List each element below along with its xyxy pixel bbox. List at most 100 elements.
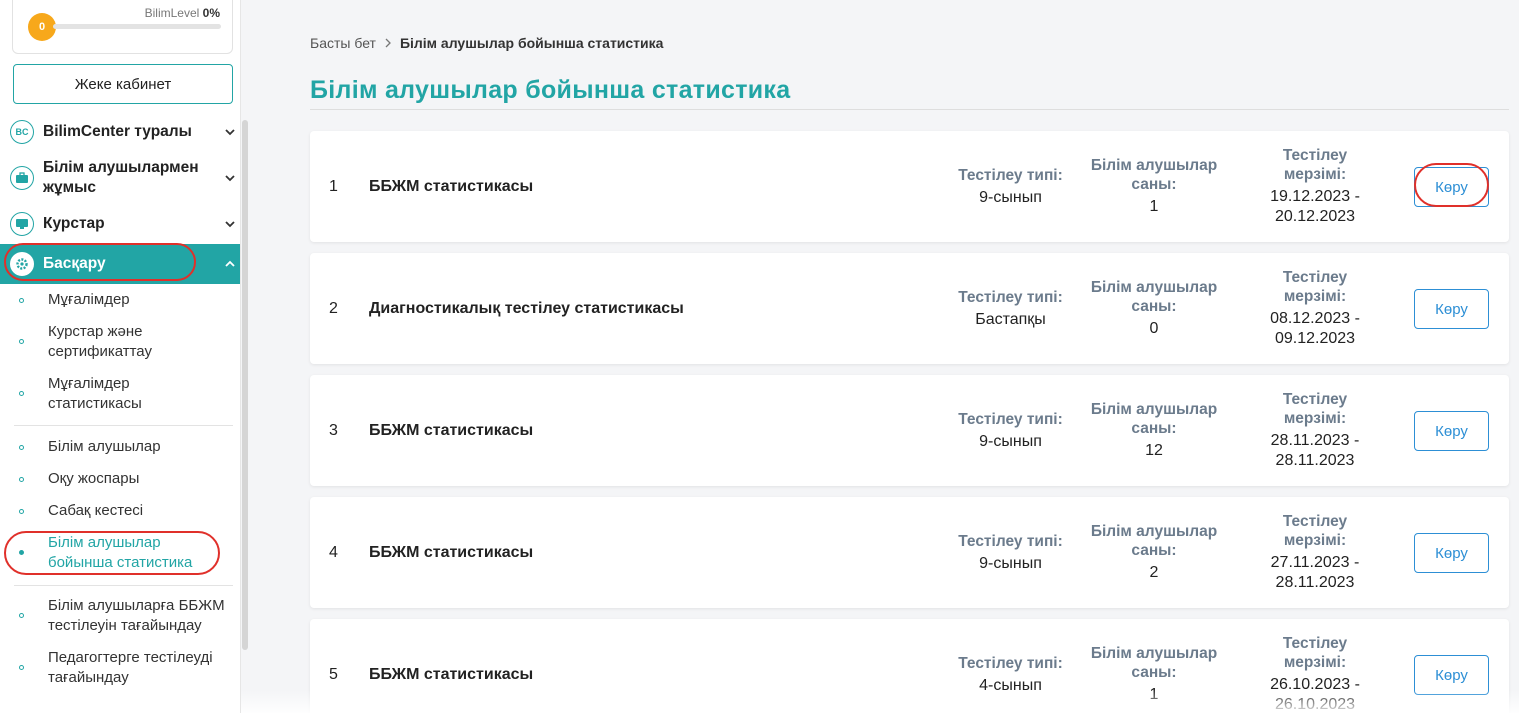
test-period-value: 28.11.2023 - 28.11.2023	[1270, 432, 1360, 469]
view-button[interactable]: Көру	[1414, 533, 1489, 573]
chevron-down-icon	[225, 175, 235, 182]
sub-item-label: Білім алушылар бойынша статистика	[48, 534, 193, 571]
test-type-label: Тестілеу типі:	[958, 654, 1063, 672]
bullet-icon	[19, 445, 24, 450]
test-period-column: Тестілеу мерзімі: 19.12.2023 - 20.12.202…	[1240, 131, 1390, 242]
sub-item-assign-bbzhm[interactable]: Білім алушыларға ББЖМ тестілеуін тағайын…	[0, 596, 240, 638]
breadcrumb-home-link[interactable]: Басты бет	[310, 35, 376, 51]
student-count-label: Білім алушылар саны:	[1090, 401, 1218, 437]
test-type-label: Тестілеу типі:	[958, 410, 1063, 428]
sub-item-teachers-statistics[interactable]: Мұғалімдер статистикасы	[0, 374, 240, 416]
sidebar: 0 BilimLevel 0% Жеке кабинет BC BilimCen…	[0, 0, 241, 713]
bottom-fade	[241, 690, 1519, 713]
sub-item-label: Оқу жоспары	[48, 470, 140, 487]
student-count-label: Білім алушылар саны:	[1090, 523, 1218, 559]
row-title: Диагностикалық тестілеу статистикасы	[369, 299, 684, 317]
bilim-level-card: 0 BilimLevel 0%	[12, 0, 233, 54]
bullet-icon	[19, 391, 24, 396]
sub-item-students-statistics[interactable]: Білім алушылар бойынша статистика	[0, 533, 240, 575]
nav-item-label: Курстар	[43, 215, 105, 232]
nav-item-about[interactable]: BC BilimCenter туралы	[0, 118, 240, 146]
student-count-column: Білім алушылар саны: 12	[1074, 375, 1234, 486]
row-number: 2	[329, 299, 338, 317]
test-period-column: Тестілеу мерзімі: 08.12.2023 - 09.12.202…	[1240, 253, 1390, 364]
nav-item-courses[interactable]: Курстар	[0, 210, 240, 238]
row-number: 3	[329, 421, 338, 439]
nav-item-management[interactable]: Басқару	[0, 244, 240, 284]
breadcrumb-current: Білім алушылар бойынша статистика	[399, 35, 664, 51]
divider	[14, 425, 233, 426]
bullet-icon	[19, 339, 24, 344]
divider	[14, 585, 233, 586]
chevron-down-icon	[225, 129, 235, 136]
student-count-label: Білім алушылар саны:	[1090, 645, 1218, 681]
sidebar-scrollbar[interactable]	[242, 120, 248, 650]
bullet-icon	[19, 509, 24, 514]
stat-row-card: 1 ББЖМ статистикасы Тестілеу типі: 9-сын…	[310, 131, 1509, 242]
sub-item-label: Педагогтерге тестілеуді тағайындау	[48, 649, 213, 686]
sub-item-students[interactable]: Білім алушылар	[0, 437, 240, 459]
personal-cabinet-button[interactable]: Жеке кабинет	[13, 64, 233, 104]
view-button[interactable]: Көру	[1414, 289, 1489, 329]
briefcase-icon	[10, 166, 34, 190]
test-type-label: Тестілеу типі:	[958, 166, 1063, 184]
student-count-value: 2	[1149, 564, 1159, 581]
view-button[interactable]: Көру	[1414, 167, 1489, 207]
view-button[interactable]: Көру	[1414, 655, 1489, 695]
chevron-right-icon	[385, 38, 391, 48]
gear-icon	[10, 252, 34, 276]
nav-item-label: Білім алушылармен жұмыс	[43, 159, 199, 196]
monitor-icon	[10, 212, 34, 236]
sub-item-courses-certification[interactable]: Курстар және сертификаттау	[0, 322, 240, 364]
student-count-column: Білім алушылар саны: 2	[1074, 497, 1234, 608]
sub-item-schedule[interactable]: Сабақ кестесі	[0, 501, 240, 523]
level-label: BilimLevel 0%	[144, 6, 220, 20]
breadcrumb: Басты бет Білім алушылар бойынша статист…	[310, 35, 663, 51]
test-period-value: 19.12.2023 - 20.12.2023	[1270, 188, 1360, 225]
test-period-value: 08.12.2023 - 09.12.2023	[1270, 310, 1360, 347]
test-type-label: Тестілеу типі:	[958, 532, 1063, 550]
sub-item-assign-teachers-test[interactable]: Педагогтерге тестілеуді тағайындау	[0, 648, 240, 690]
test-type-value: 9-сынып	[979, 188, 1042, 206]
level-badge: 0	[28, 13, 56, 41]
row-number: 4	[329, 543, 338, 561]
title-divider	[310, 109, 1509, 110]
stat-row-card: 3 ББЖМ статистикасы Тестілеу типі: 9-сын…	[310, 375, 1509, 486]
sub-item-study-plan[interactable]: Оқу жоспары	[0, 469, 240, 491]
bullet-icon	[19, 298, 24, 303]
sub-item-label: Білім алушылар	[48, 438, 161, 455]
level-progress-bar	[53, 24, 221, 29]
test-period-label: Тестілеу мерзімі:	[1282, 391, 1348, 427]
test-period-value: 27.11.2023 - 28.11.2023	[1270, 554, 1360, 591]
sub-item-label: Сабақ кестесі	[48, 502, 144, 519]
bullet-icon	[19, 550, 24, 555]
nav-item-label: Басқару	[43, 255, 106, 272]
test-period-column: Тестілеу мерзімі: 28.11.2023 - 28.11.202…	[1240, 375, 1390, 486]
chevron-down-icon	[225, 221, 235, 228]
bullet-icon	[19, 665, 24, 670]
test-type-value: 9-сынып	[979, 432, 1042, 450]
test-period-column: Тестілеу мерзімі: 27.11.2023 - 28.11.202…	[1240, 497, 1390, 608]
nav-item-students-work[interactable]: Білім алушылармен жұмыс	[0, 158, 240, 198]
student-count-column: Білім алушылар саны: 1	[1074, 131, 1234, 242]
test-period-label: Тестілеу мерзімі:	[1282, 513, 1348, 549]
student-count-value: 12	[1145, 442, 1163, 459]
test-period-label: Тестілеу мерзімі:	[1282, 269, 1348, 305]
bullet-icon	[19, 613, 24, 618]
test-period-label: Тестілеу мерзімі:	[1282, 147, 1348, 183]
student-count-column: Білім алушылар саны: 0	[1074, 253, 1234, 364]
chevron-up-icon	[225, 260, 235, 267]
student-count-label: Білім алушылар саны:	[1090, 157, 1218, 193]
view-button[interactable]: Көру	[1414, 411, 1489, 451]
test-type-value: Бастапқы	[975, 310, 1046, 328]
sub-item-label: Мұғалімдер статистикасы	[48, 375, 142, 412]
stat-row-card: 2 Диагностикалық тестілеу статистикасы Т…	[310, 253, 1509, 364]
row-title: ББЖМ статистикасы	[369, 421, 534, 439]
test-period-label: Тестілеу мерзімі:	[1282, 635, 1348, 671]
sub-item-teachers[interactable]: Мұғалімдер	[0, 290, 240, 312]
row-number: 1	[329, 177, 338, 195]
bc-logo-icon: BC	[10, 120, 34, 144]
sub-item-label: Мұғалімдер	[48, 291, 130, 308]
nav-item-label: BilimCenter туралы	[43, 123, 192, 140]
test-type-label: Тестілеу типі:	[958, 288, 1063, 306]
